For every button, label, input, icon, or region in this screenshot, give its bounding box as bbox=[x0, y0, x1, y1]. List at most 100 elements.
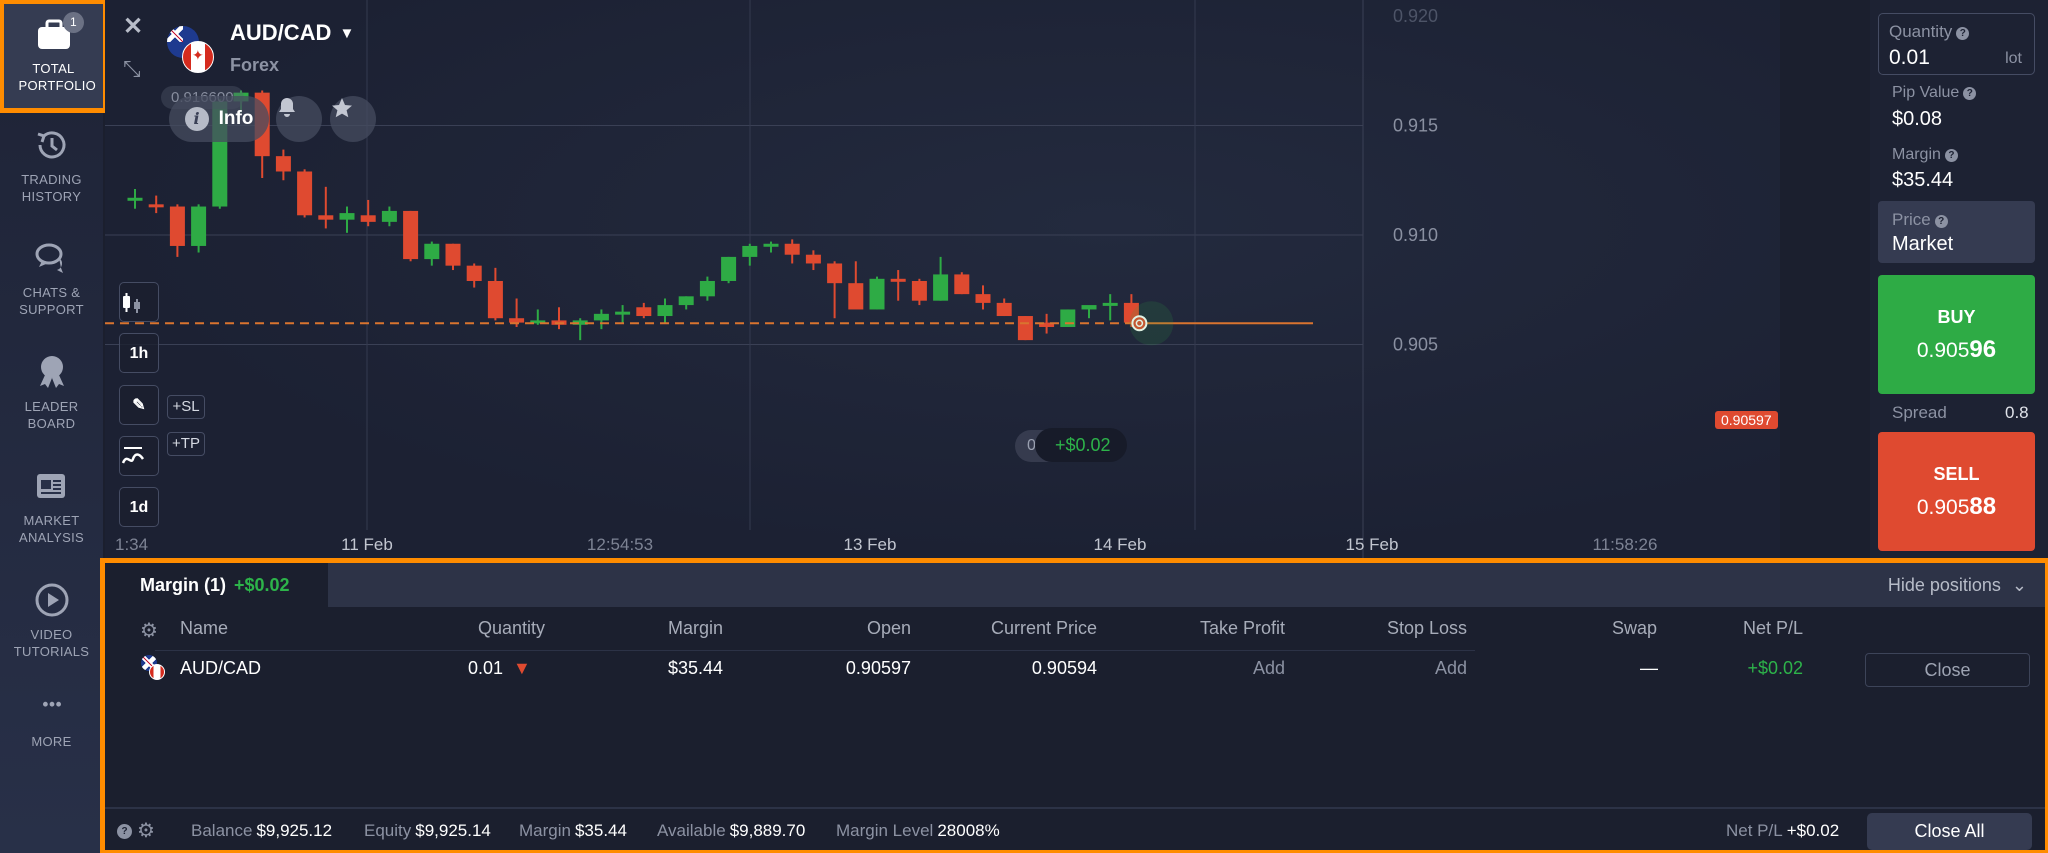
sidebar-item-label: TOTAL PORTFOLIO bbox=[18, 61, 97, 93]
candle-body bbox=[509, 318, 525, 323]
buy-button[interactable]: BUY 0.90596 bbox=[1878, 275, 2035, 394]
add-stop-loss-link[interactable]: Add bbox=[1325, 658, 1467, 679]
candle-body bbox=[615, 311, 631, 315]
canada-flag-icon bbox=[182, 41, 214, 73]
add-take-profit-button[interactable]: +TP bbox=[167, 432, 205, 456]
col-stop-loss: Stop Loss bbox=[1386, 618, 1467, 638]
quantity-value[interactable]: 0.01 bbox=[1889, 46, 1930, 70]
candle-body bbox=[1102, 302, 1118, 306]
sell-button[interactable]: SELL 0.90588 bbox=[1878, 432, 2035, 551]
open-price-tag: 0.90597 bbox=[1715, 411, 1778, 429]
help-icon[interactable]: ? bbox=[1944, 149, 1958, 162]
margin-value: $35.44 bbox=[1892, 169, 1954, 191]
spread-value: 0.8 bbox=[2005, 403, 2029, 422]
price-label: Price? bbox=[1892, 210, 1948, 230]
x-tick-label: 14 Feb bbox=[1094, 535, 1147, 554]
sidebar-item-leader-board[interactable]: LEADER BOARD bbox=[0, 352, 103, 432]
candle-body bbox=[933, 274, 949, 301]
add-stop-loss-button[interactable]: +SL bbox=[167, 395, 205, 419]
row-net-pl: +$0.02 bbox=[1747, 658, 1803, 678]
hide-positions-label: Hide positions bbox=[1887, 575, 2001, 595]
row-name: AUD/CAD bbox=[180, 658, 262, 678]
candle-body bbox=[805, 254, 821, 264]
candle-body bbox=[911, 280, 927, 301]
settings-icon[interactable]: ⚙ bbox=[137, 818, 155, 843]
position-pl-bubble[interactable]: +$0.02 bbox=[1035, 428, 1127, 462]
sell-direction-icon: ▼ bbox=[513, 658, 531, 678]
candle-body bbox=[869, 278, 885, 310]
candle-body bbox=[784, 243, 800, 255]
sidebar-item-video-tutorials[interactable]: VIDEO TUTORIALS bbox=[0, 580, 103, 660]
info-icon: i bbox=[184, 107, 209, 131]
x-tick-label: 15 Feb bbox=[1346, 535, 1399, 554]
quantity-label: Quantity? bbox=[1889, 22, 1970, 42]
trade-panel: Quantity? 0.01 lot Pip Value? $0.08 Marg… bbox=[1870, 0, 2048, 560]
chart-type-button[interactable] bbox=[119, 282, 159, 322]
instrument-category: Forex bbox=[230, 55, 280, 75]
period-button[interactable]: 1d bbox=[119, 487, 159, 527]
timeframe-button[interactable]: 1h bbox=[119, 333, 159, 373]
candle-body bbox=[763, 243, 779, 247]
help-icon[interactable]: ? bbox=[1956, 27, 1970, 40]
more-icon bbox=[42, 701, 61, 707]
sidebar-item-more[interactable]: MORE bbox=[0, 697, 103, 750]
x-tick-label: 13 Feb bbox=[844, 535, 897, 554]
candle-body bbox=[742, 245, 758, 257]
sidebar-item-label: LEADER BOARD bbox=[24, 399, 79, 431]
price-chart[interactable]: 0.920 0.915 0.910 0.905 1:34 11 Feb 12:54:53 13… bbox=[105, 0, 1780, 560]
close-chart-icon[interactable]: ✕ bbox=[123, 12, 143, 41]
chat-icon bbox=[35, 243, 63, 273]
sidebar-item-market-analysis[interactable]: MARKET ANALYSIS bbox=[0, 466, 103, 546]
live-pulse bbox=[1129, 301, 1174, 346]
candlestick-chart[interactable]: 0.920 0.915 0.910 0.905 1:34 11 Feb 12:54:53 13… bbox=[105, 0, 1780, 560]
tab-margin[interactable]: Margin (1) +$0.02 bbox=[105, 563, 328, 607]
candle-body bbox=[275, 156, 291, 172]
candle-body bbox=[445, 243, 461, 266]
candle-body bbox=[975, 294, 991, 303]
available: Available $9,889.70 bbox=[657, 821, 806, 840]
margin-level: Margin Level 28008% bbox=[836, 821, 1000, 840]
sidebar-item-chats-support[interactable]: CHATS & SUPPORT bbox=[0, 238, 103, 318]
newspaper-icon bbox=[36, 474, 65, 498]
margin-label: Margin? bbox=[1892, 146, 1958, 164]
row-swap: — bbox=[1640, 658, 1658, 678]
pair-flags bbox=[167, 26, 217, 76]
candle-body bbox=[191, 206, 207, 246]
col-current-price: Current Price bbox=[990, 618, 1097, 638]
drawing-tools-button[interactable]: ✎ bbox=[119, 385, 159, 425]
close-all-button[interactable]: Close All bbox=[1867, 813, 2032, 850]
col-margin: Margin bbox=[667, 618, 723, 638]
instrument-selector[interactable]: AUD/CAD ▼ bbox=[230, 20, 354, 46]
candle-body bbox=[1060, 309, 1076, 327]
hide-positions-button[interactable]: Hide positions ⌄ bbox=[1888, 575, 2027, 596]
price-type-selector[interactable]: Price? Market bbox=[1878, 201, 2035, 263]
add-take-profit-link[interactable]: Add bbox=[1155, 658, 1285, 679]
table-settings-icon[interactable]: ⚙ bbox=[140, 618, 158, 643]
quantity-unit: lot bbox=[2005, 50, 2022, 67]
sidebar-item-label: TRADING HISTORY bbox=[21, 172, 82, 204]
candle-body bbox=[1081, 305, 1097, 310]
y-tick-label: 0.920 bbox=[1393, 6, 1438, 26]
close-position-button[interactable]: Close bbox=[1865, 653, 2030, 687]
candle-body bbox=[996, 302, 1012, 317]
row-margin: $35.44 bbox=[667, 658, 723, 678]
sidebar-item-trading-history[interactable]: TRADING HISTORY bbox=[0, 125, 103, 205]
y-tick-label: 0.915 bbox=[1393, 116, 1438, 136]
favorite-button[interactable] bbox=[330, 96, 376, 142]
indicators-button[interactable] bbox=[119, 436, 159, 476]
col-take-profit: Take Profit bbox=[1199, 618, 1285, 638]
candle-body bbox=[657, 305, 673, 317]
candle-body bbox=[678, 296, 694, 306]
x-tick-label: 12:54:53 bbox=[587, 535, 653, 554]
alert-button[interactable] bbox=[276, 96, 322, 142]
collapse-icon[interactable]: ⤡ bbox=[123, 56, 141, 82]
info-button[interactable]: i Info bbox=[169, 96, 269, 142]
help-icon[interactable]: ? bbox=[113, 820, 132, 840]
candles-icon bbox=[123, 293, 140, 313]
sidebar-item-total-portfolio[interactable]: 1 TOTAL PORTFOLIO bbox=[0, 0, 108, 113]
price-type-value: Market bbox=[1892, 233, 1954, 255]
positions-tabbar: Margin (1) +$0.02 Hide positions ⌄ bbox=[105, 563, 2045, 607]
help-icon[interactable]: ? bbox=[1934, 215, 1948, 228]
help-icon[interactable]: ? bbox=[1963, 87, 1977, 100]
quantity-field[interactable]: Quantity? 0.01 lot bbox=[1878, 13, 2035, 75]
